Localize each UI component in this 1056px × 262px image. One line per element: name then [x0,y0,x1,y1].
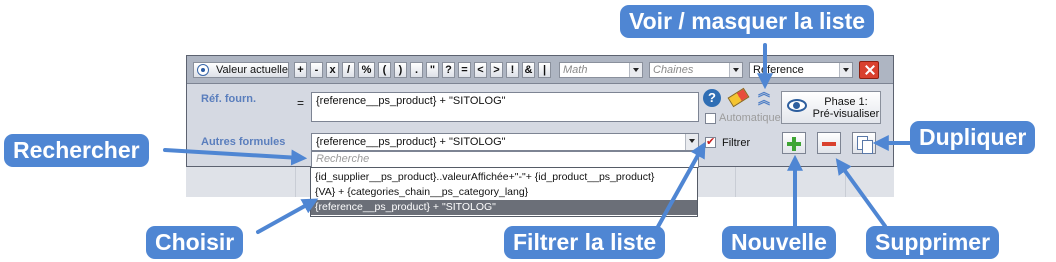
arrow-supprimer [835,158,887,228]
callout-arrows [163,43,912,234]
callout-choisir: Choisir [146,226,244,259]
callout-supprimer: Supprimer [866,226,1000,259]
arrow-filtrer [653,141,706,234]
arrow-choisir [256,198,319,234]
callout-nouvelle: Nouvelle [722,226,836,259]
callout-rechercher: Rechercher [4,134,149,167]
arrow-rechercher [163,148,308,166]
callout-voir-masquer: Voir / masquer la liste [620,5,875,38]
callout-filtrer: Filtrer la liste [504,226,666,259]
callout-dupliquer: Dupliquer [910,121,1036,154]
